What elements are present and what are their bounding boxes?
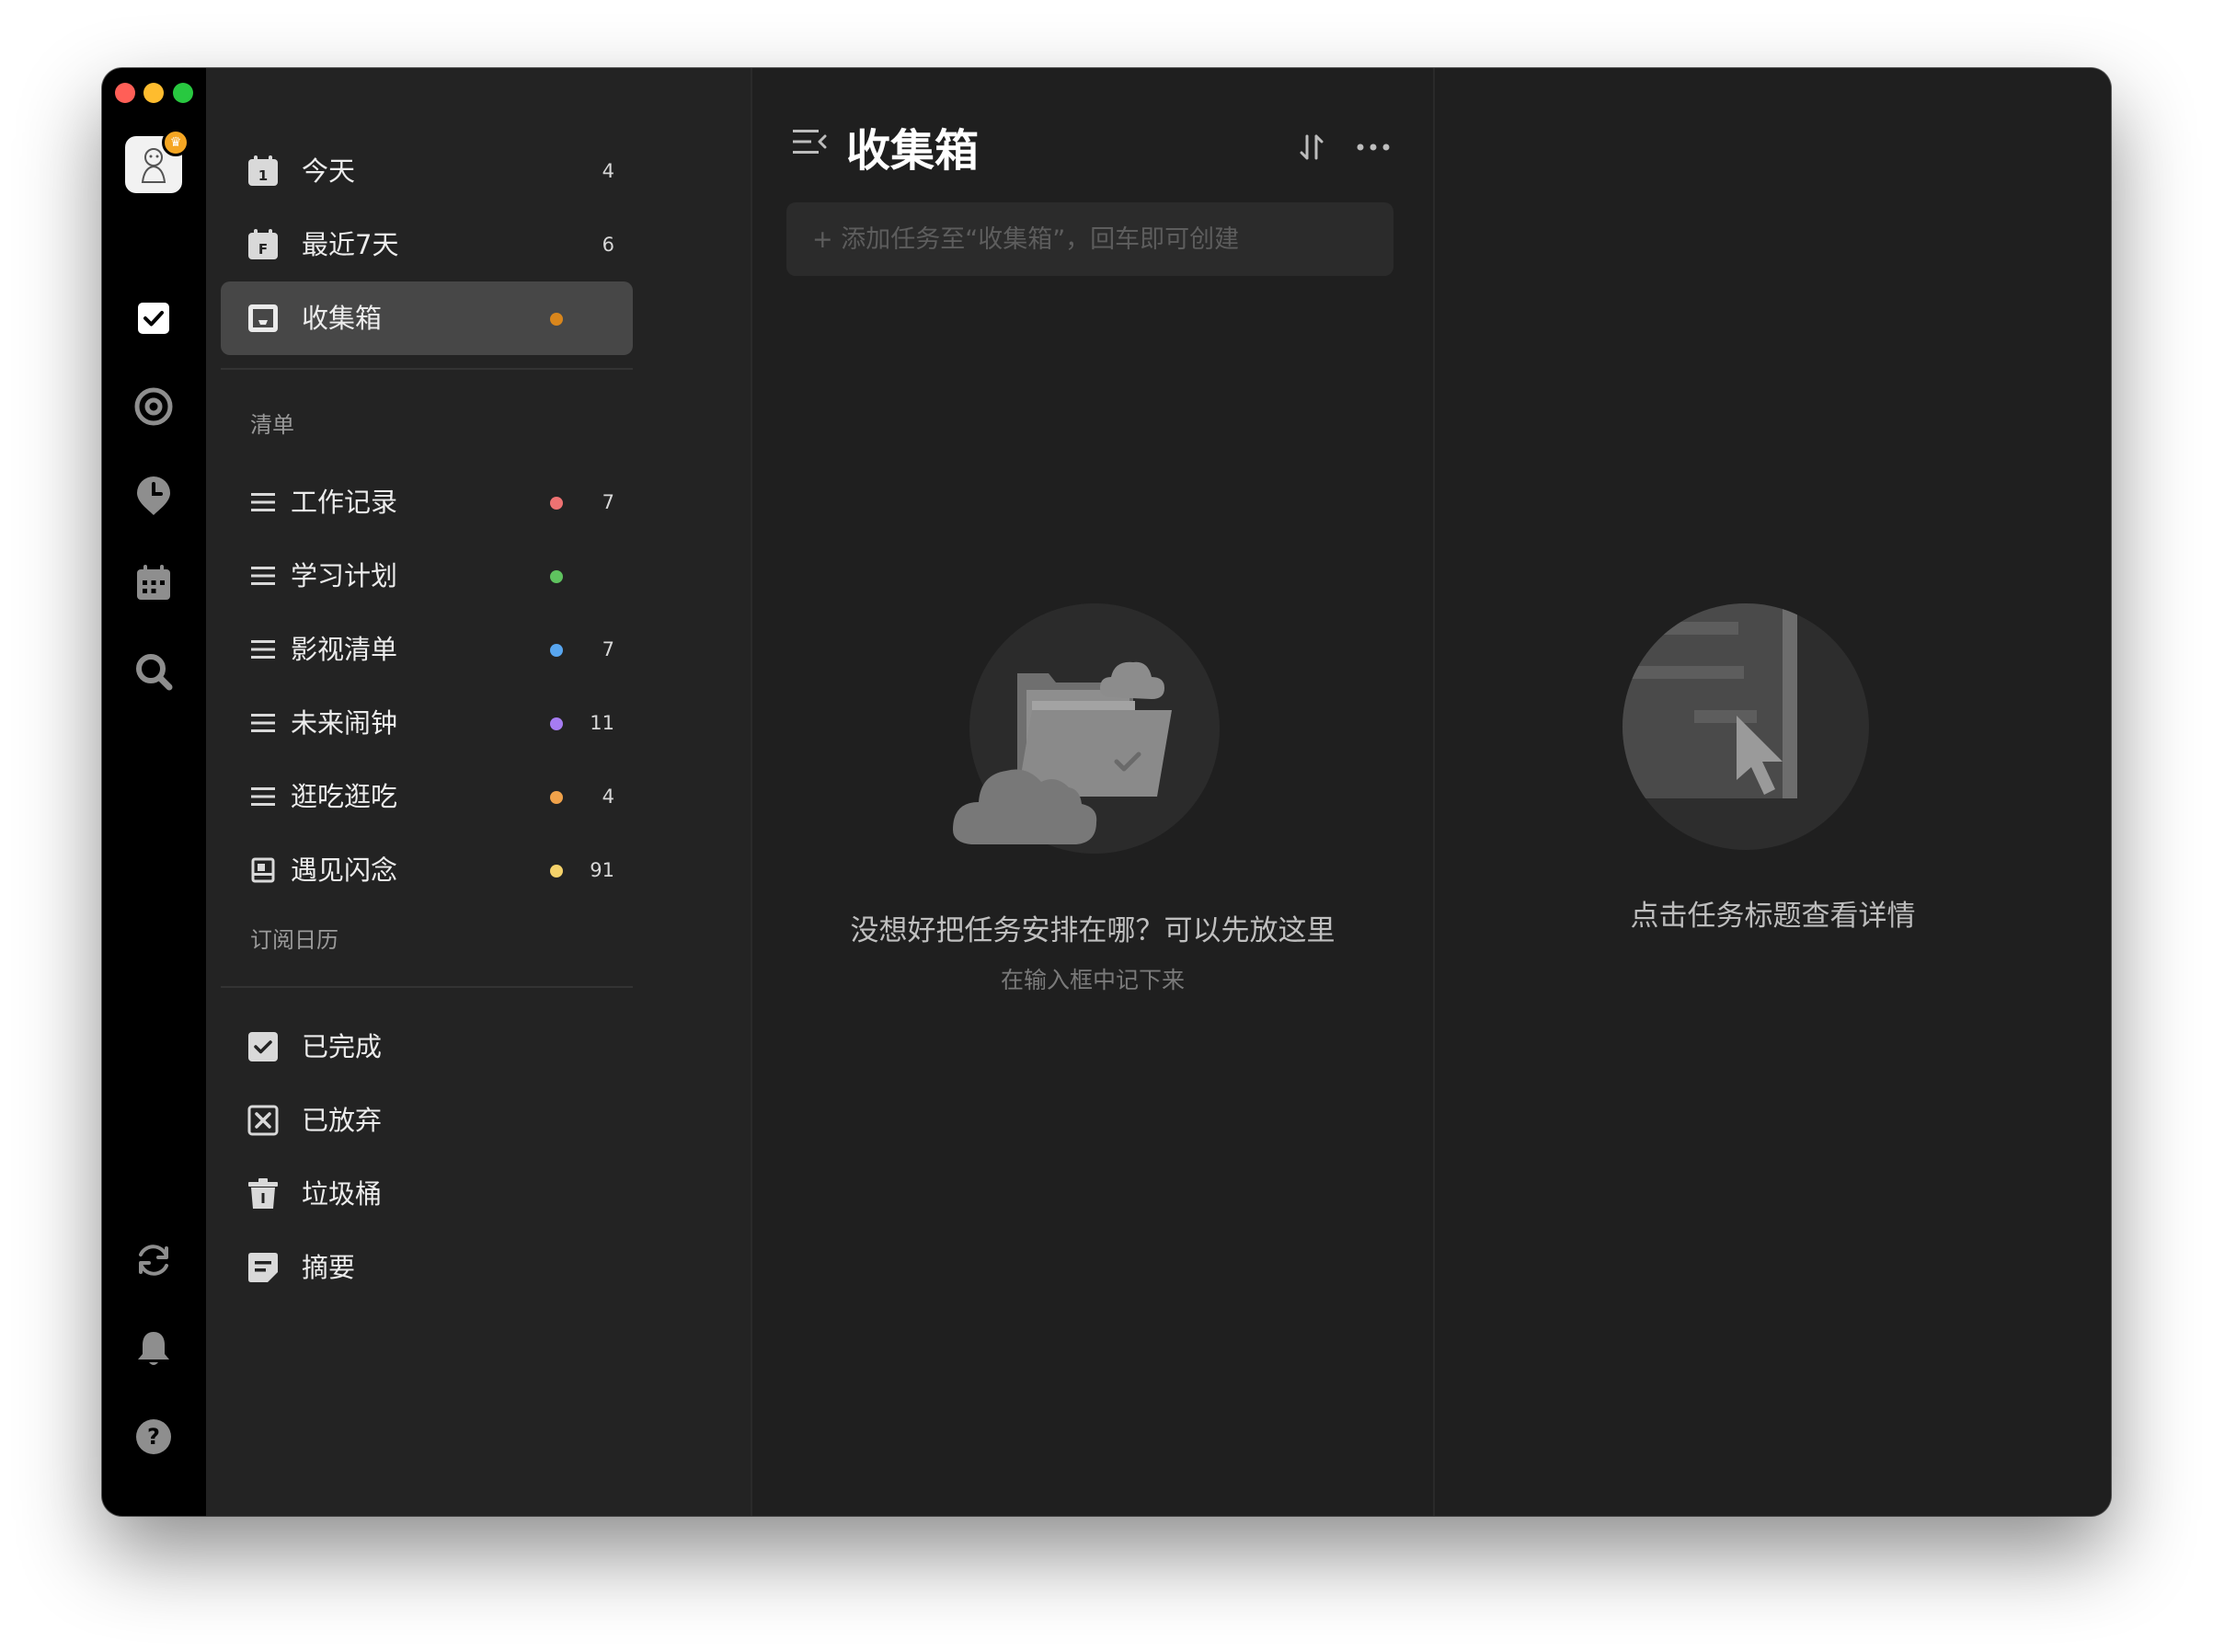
sidebar-item-label: 今天 bbox=[302, 155, 356, 187]
divider bbox=[221, 368, 633, 370]
sort-icon[interactable] bbox=[1295, 131, 1328, 164]
sidebar-item-label: 逛吃逛吃 bbox=[291, 781, 398, 812]
left-rail: ♛ ? bbox=[102, 68, 206, 1516]
list-color-dot bbox=[550, 865, 563, 878]
list-icon bbox=[247, 780, 280, 813]
page-title: 收集箱 bbox=[846, 125, 980, 177]
calendar-week-icon: F bbox=[247, 228, 280, 261]
task-count: 91 bbox=[590, 859, 614, 881]
summary-icon bbox=[247, 1251, 280, 1284]
more-options-icon[interactable] bbox=[1355, 131, 1392, 164]
list-color-dot bbox=[550, 497, 563, 510]
calendar-icon[interactable] bbox=[128, 557, 179, 609]
sidebar-item-label: 摘要 bbox=[302, 1252, 356, 1283]
sidebar-item-summary[interactable]: 摘要 bbox=[221, 1231, 633, 1304]
task-detail-empty-illustration bbox=[1622, 603, 1869, 850]
list-color-dot bbox=[550, 570, 563, 583]
sidebar-item-completed[interactable]: 已完成 bbox=[221, 1010, 633, 1084]
task-checkbox-icon[interactable] bbox=[128, 293, 179, 344]
premium-crown-icon: ♛ bbox=[162, 129, 189, 156]
svg-text:1: 1 bbox=[258, 167, 268, 184]
task-count: 7 bbox=[602, 638, 614, 660]
sidebar-item-next-7-days[interactable]: F 最近7天 6 bbox=[221, 208, 633, 281]
list-color-dot bbox=[550, 644, 563, 657]
inbox-icon bbox=[247, 302, 280, 335]
task-count: 11 bbox=[590, 712, 614, 734]
help-icon[interactable]: ? bbox=[128, 1411, 179, 1463]
focus-target-icon[interactable] bbox=[128, 381, 179, 432]
sidebar-item-label: 未来闹钟 bbox=[291, 707, 398, 739]
close-window-button[interactable] bbox=[115, 83, 135, 103]
sidebar-item-label: 遇见闪念 bbox=[291, 855, 398, 886]
detail-empty-text: 点击任务标题查看详情 bbox=[1630, 900, 1916, 933]
app-window: ♛ ? 1 今天 4 F 最近7天 6 收集箱 清单 工作记录 7 学习计划 影… bbox=[102, 68, 2111, 1516]
list-icon bbox=[247, 706, 280, 740]
notification-bell-icon[interactable] bbox=[128, 1323, 179, 1374]
sidebar-item-label: 收集箱 bbox=[302, 303, 383, 334]
empty-state-subtitle: 在输入框中记下来 bbox=[1000, 967, 1185, 993]
sidebar-item-label: 工作记录 bbox=[291, 487, 398, 518]
search-icon[interactable] bbox=[128, 646, 179, 697]
collapse-sidebar-icon[interactable] bbox=[791, 125, 828, 158]
avatar[interactable]: ♛ bbox=[125, 129, 189, 193]
list-icon bbox=[247, 559, 280, 592]
list-icon bbox=[247, 486, 280, 519]
sidebar-item-future-alarm[interactable]: 未来闹钟 11 bbox=[221, 686, 633, 760]
inbox-empty-illustration bbox=[953, 603, 1220, 854]
task-count: 6 bbox=[602, 234, 614, 256]
sidebar-item-study-plan[interactable]: 学习计划 bbox=[221, 539, 633, 613]
note-list-icon bbox=[247, 854, 280, 887]
sidebar-item-label: 最近7天 bbox=[302, 229, 399, 260]
trash-icon bbox=[247, 1177, 280, 1210]
sidebar-item-label: 影视清单 bbox=[291, 634, 398, 665]
list-icon bbox=[247, 633, 280, 666]
list-color-dot bbox=[550, 313, 563, 326]
sidebar-item-inbox[interactable]: 收集箱 bbox=[221, 281, 633, 355]
sync-icon[interactable] bbox=[128, 1234, 179, 1286]
subscribed-calendars-title[interactable]: 订阅日历 bbox=[250, 922, 338, 954]
calendar-day-icon: 1 bbox=[247, 155, 280, 188]
sidebar-item-abandoned[interactable]: 已放弃 bbox=[221, 1084, 633, 1157]
list-color-dot bbox=[550, 791, 563, 804]
completed-checkbox-icon bbox=[247, 1030, 280, 1063]
svg-text:F: F bbox=[258, 241, 268, 258]
list-color-dot bbox=[550, 717, 563, 730]
add-task-input[interactable] bbox=[786, 202, 1393, 276]
task-count: 4 bbox=[602, 160, 614, 182]
empty-state-title: 没想好把任务安排在哪？可以先放这里 bbox=[850, 914, 1336, 947]
sidebar-item-movie-list[interactable]: 影视清单 7 bbox=[221, 613, 633, 686]
lists-section-title: 清单 bbox=[250, 412, 294, 438]
divider bbox=[221, 986, 633, 988]
abandoned-x-icon bbox=[247, 1104, 280, 1137]
sidebar-item-label: 已完成 bbox=[302, 1031, 383, 1062]
sidebar-item-work-log[interactable]: 工作记录 7 bbox=[221, 465, 633, 539]
sidebar-item-flash-ideas[interactable]: 遇见闪念 91 bbox=[221, 833, 633, 907]
zoom-window-button[interactable] bbox=[173, 83, 193, 103]
sidebar-item-food-tour[interactable]: 逛吃逛吃 4 bbox=[221, 760, 633, 833]
sidebar: 1 今天 4 F 最近7天 6 收集箱 清单 工作记录 7 学习计划 影视清单 … bbox=[206, 68, 751, 1516]
minimize-window-button[interactable] bbox=[143, 83, 164, 103]
sidebar-item-today[interactable]: 1 今天 4 bbox=[221, 134, 633, 208]
task-detail-pane: 点击任务标题查看详情 bbox=[1435, 68, 2111, 1516]
task-count: 7 bbox=[602, 491, 614, 513]
task-count: 4 bbox=[602, 786, 614, 808]
svg-text:?: ? bbox=[147, 1424, 160, 1450]
sidebar-item-label: 学习计划 bbox=[291, 560, 398, 591]
sidebar-item-label: 垃圾桶 bbox=[302, 1178, 383, 1210]
sidebar-item-trash[interactable]: 垃圾桶 bbox=[221, 1157, 633, 1231]
sidebar-item-label: 已放弃 bbox=[302, 1105, 383, 1136]
task-list-pane: 收集箱 没想好把任务安排在哪？可以先放这里 在输入 bbox=[752, 68, 1433, 1516]
habit-clock-pin-icon[interactable] bbox=[128, 469, 179, 521]
